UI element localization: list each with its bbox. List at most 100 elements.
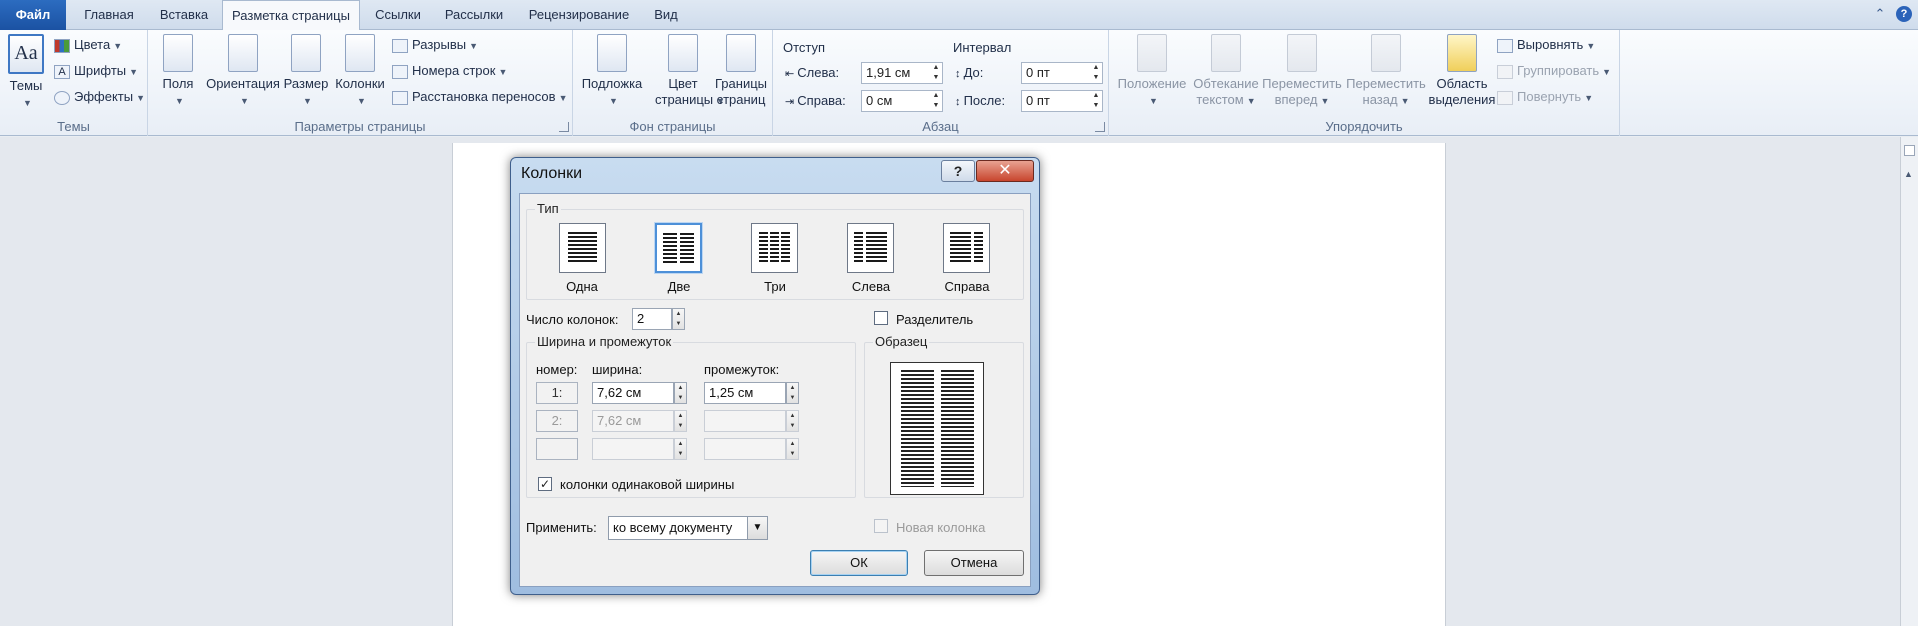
page-borders-label-2: страниц	[716, 92, 766, 107]
chevron-down-icon: ▼	[1602, 67, 1612, 77]
watermark-label: Подложка	[581, 76, 643, 91]
column-spacing-2-spin[interactable]: ▲ ▼	[786, 410, 799, 432]
paragraph-dialog-launcher-icon[interactable]	[1095, 122, 1105, 132]
spacing-after-input[interactable]: 0 пт ▲ ▼	[1021, 90, 1103, 112]
dialog-close-button[interactable]: ✕	[976, 160, 1034, 182]
effects-button[interactable]: Эффекты ▼	[54, 86, 145, 108]
bring-forward-button[interactable]: Переместить вперед ▼	[1259, 34, 1345, 109]
breaks-button[interactable]: Разрывы ▼	[392, 34, 478, 56]
themes-button[interactable]: Aa Темы ▼	[6, 34, 46, 111]
vertical-scrollbar[interactable]: ▲	[1900, 137, 1918, 626]
spin-up-icon[interactable]: ▲	[675, 439, 686, 449]
spin-up-icon[interactable]: ▲	[673, 309, 684, 319]
page-setup-dialog-launcher-icon[interactable]	[559, 122, 569, 132]
preset-one-icon[interactable]	[559, 223, 606, 273]
chevron-down-icon: ▼	[498, 67, 508, 77]
spin-arrows-icon[interactable]: ▲ ▼	[930, 63, 942, 83]
margins-button[interactable]: Поля ▼	[160, 34, 196, 109]
fonts-button[interactable]: A Шрифты ▼	[54, 60, 138, 82]
wrap-text-button[interactable]: Обтекание текстом ▼	[1191, 34, 1261, 109]
help-icon[interactable]: ?	[1896, 6, 1912, 22]
indent-right-text: Справа:	[797, 93, 846, 108]
preset-two-icon[interactable]	[655, 223, 702, 273]
preset-left-icon[interactable]	[847, 223, 894, 273]
tab-references[interactable]: Ссылки	[366, 0, 430, 30]
chevron-down-icon: ▼	[175, 96, 184, 106]
tab-page-layout[interactable]: Разметка страницы	[222, 0, 360, 31]
tab-insert[interactable]: Вставка	[150, 0, 218, 30]
spin-down-icon[interactable]: ▼	[675, 449, 686, 459]
separator-label: Разделитель	[896, 312, 974, 327]
column-spacing-2[interactable]	[704, 410, 786, 432]
watermark-button[interactable]: Подложка ▼	[579, 34, 645, 109]
send-backward-label-2: назад	[1362, 92, 1398, 107]
equal-width-checkbox[interactable]: ✓	[538, 477, 552, 491]
selection-pane-button[interactable]: Область выделения	[1425, 34, 1499, 108]
tab-view[interactable]: Вид	[646, 0, 686, 30]
tab-mailings[interactable]: Рассылки	[436, 0, 512, 30]
tab-home[interactable]: Главная	[74, 0, 144, 30]
scroll-up-icon[interactable]: ▲	[1904, 169, 1913, 179]
spin-down-icon[interactable]: ▼	[675, 421, 686, 431]
spin-up-icon[interactable]: ▲	[675, 411, 686, 421]
spin-down-icon[interactable]: ▼	[787, 449, 798, 459]
spin-arrows-icon[interactable]: ▲ ▼	[1090, 63, 1102, 83]
spin-up-icon[interactable]: ▲	[787, 411, 798, 421]
column-width-2-spin[interactable]: ▲ ▼	[674, 410, 687, 432]
column-width-1[interactable]: 7,62 см	[592, 382, 674, 404]
cancel-button[interactable]: Отмена	[924, 550, 1024, 576]
indent-left-input[interactable]: 1,91 см ▲ ▼	[861, 62, 943, 84]
preset-three-icon[interactable]	[751, 223, 798, 273]
dropdown-arrow-icon[interactable]: ▼	[747, 517, 767, 539]
new-column-checkbox[interactable]	[874, 519, 888, 533]
column-width-1-spin[interactable]: ▲ ▼	[674, 382, 687, 404]
colors-button[interactable]: Цвета ▼	[54, 34, 122, 56]
spin-down-icon[interactable]: ▼	[673, 319, 684, 329]
spin-down-icon[interactable]: ▼	[787, 393, 798, 403]
rotate-button[interactable]: Повернуть ▼	[1497, 86, 1593, 108]
indent-right-input[interactable]: 0 см ▲ ▼	[861, 90, 943, 112]
minimize-ribbon-icon[interactable]: ⌃	[1872, 6, 1888, 22]
spin-arrows-icon[interactable]: ▲ ▼	[1090, 91, 1102, 111]
column-spacing-3[interactable]	[704, 438, 786, 460]
spin-down-icon[interactable]: ▼	[675, 393, 686, 403]
ribbon-tab-bar: Файл Главная Вставка Разметка страницы С…	[0, 0, 1918, 31]
dialog-help-button[interactable]: ?	[941, 160, 975, 182]
spin-up-icon[interactable]: ▲	[787, 383, 798, 393]
column-spacing-1-spin[interactable]: ▲ ▼	[786, 382, 799, 404]
line-numbers-button[interactable]: Номера строк ▼	[392, 60, 507, 82]
wrap-text-label: Обтекание	[1193, 76, 1259, 91]
spin-up-icon[interactable]: ▲	[787, 439, 798, 449]
num-columns-spin[interactable]: ▲ ▼	[672, 308, 685, 330]
spin-arrows-icon[interactable]: ▲ ▼	[930, 91, 942, 111]
apply-select[interactable]: ко всему документу ▼	[608, 516, 768, 540]
ok-button[interactable]: ОК	[810, 550, 908, 576]
columns-button[interactable]: Колонки ▼	[332, 34, 388, 109]
page-borders-button[interactable]: Границы страниц	[713, 34, 769, 108]
orientation-button[interactable]: Ориентация ▼	[206, 34, 280, 109]
ruler-toggle-icon[interactable]	[1904, 145, 1915, 156]
column-width-2[interactable]: 7,62 см	[592, 410, 674, 432]
spacing-before-input[interactable]: 0 пт ▲ ▼	[1021, 62, 1103, 84]
spin-down-icon[interactable]: ▼	[787, 421, 798, 431]
hyphenation-icon	[392, 90, 408, 105]
spacing-before-icon: ↕	[955, 68, 964, 80]
column-width-3[interactable]	[592, 438, 674, 460]
group-objects-button[interactable]: Группировать ▼	[1497, 60, 1611, 82]
tab-file[interactable]: Файл	[0, 0, 66, 30]
send-backward-button[interactable]: Переместить назад ▼	[1343, 34, 1429, 109]
spin-up-icon[interactable]: ▲	[675, 383, 686, 393]
fonts-icon: A	[54, 64, 70, 79]
size-button[interactable]: Размер ▼	[282, 34, 330, 109]
hyphenation-button[interactable]: Расстановка переносов ▼	[392, 86, 567, 108]
separator-checkbox[interactable]	[874, 311, 888, 325]
column-spacing-1[interactable]: 1,25 см	[704, 382, 786, 404]
position-button[interactable]: Положение ▼	[1115, 34, 1189, 109]
preset-right-icon[interactable]	[943, 223, 990, 273]
page-color-button[interactable]: Цвет страницы ▼	[655, 34, 725, 109]
align-button[interactable]: Выровнять ▼	[1497, 34, 1595, 56]
column-spacing-3-spin[interactable]: ▲ ▼	[786, 438, 799, 460]
num-columns-input[interactable]: 2	[632, 308, 672, 330]
column-width-3-spin[interactable]: ▲ ▼	[674, 438, 687, 460]
tab-review[interactable]: Рецензирование	[518, 0, 640, 30]
